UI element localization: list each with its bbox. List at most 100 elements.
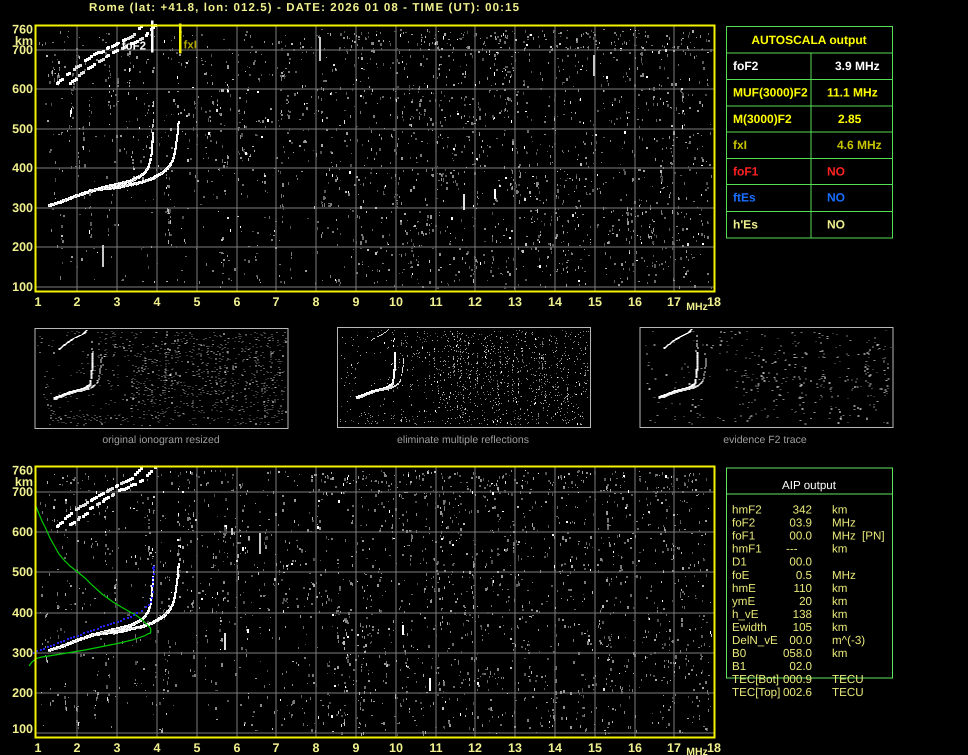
svg-text:4: 4 — [154, 295, 161, 309]
svg-text:3: 3 — [114, 741, 121, 755]
svg-text:18: 18 — [707, 295, 721, 309]
svg-text:11.1 MHz: 11.1 MHz — [827, 86, 878, 100]
svg-text:D1: D1 — [732, 556, 747, 569]
svg-text:400: 400 — [12, 606, 33, 620]
svg-text:hmF1: hmF1 — [732, 543, 762, 556]
svg-text:fxI: fxI — [184, 40, 197, 52]
svg-text:342: 342 — [793, 504, 812, 517]
svg-text:10: 10 — [389, 741, 403, 755]
svg-text:MHz: MHz — [832, 569, 856, 582]
svg-text:NO: NO — [827, 218, 845, 232]
svg-text:Ewidth: Ewidth — [732, 621, 767, 634]
svg-text:200: 200 — [12, 686, 33, 700]
svg-text:Rome (lat: +41.8, lon: 012.5): Rome (lat: +41.8, lon: 012.5) - DATE: 20… — [89, 2, 520, 14]
svg-text:[PN]: [PN] — [862, 530, 885, 543]
svg-text:foF2: foF2 — [122, 41, 146, 53]
svg-text:---: --- — [786, 543, 798, 556]
svg-text:km: km — [832, 621, 847, 634]
svg-text:105: 105 — [793, 621, 812, 634]
svg-text:2: 2 — [74, 741, 81, 755]
svg-text:h_vE: h_vE — [732, 608, 759, 621]
svg-text:16: 16 — [628, 295, 642, 309]
svg-text:13: 13 — [508, 295, 522, 309]
svg-text:km: km — [832, 647, 847, 660]
svg-text:18: 18 — [707, 741, 721, 755]
svg-text:12: 12 — [468, 741, 482, 755]
svg-text:138: 138 — [793, 608, 812, 621]
svg-text:5: 5 — [194, 741, 201, 755]
svg-text:9: 9 — [353, 295, 360, 309]
svg-text:MHz: MHz — [832, 530, 856, 543]
svg-text:7: 7 — [273, 741, 280, 755]
svg-text:TEC[Bot]: TEC[Bot] — [732, 673, 779, 686]
svg-text:hmE: hmE — [732, 582, 756, 595]
svg-text:2: 2 — [74, 295, 81, 309]
svg-text:MHz: MHz — [686, 301, 708, 313]
svg-text:15: 15 — [588, 741, 602, 755]
svg-text:eliminate multiple reflections: eliminate multiple reflections — [397, 434, 529, 446]
svg-text:058.0: 058.0 — [783, 647, 812, 660]
svg-text:foF2: foF2 — [732, 517, 755, 530]
svg-text:original ionogram resized: original ionogram resized — [102, 434, 219, 446]
svg-text:ymE: ymE — [732, 595, 755, 608]
svg-text:fxI: fxI — [733, 138, 747, 152]
svg-text:400: 400 — [12, 161, 33, 175]
svg-text:km: km — [832, 595, 847, 608]
svg-text:km: km — [832, 504, 847, 517]
svg-text:km: km — [832, 543, 847, 556]
svg-text:11: 11 — [429, 295, 442, 309]
svg-text:3: 3 — [114, 295, 121, 309]
svg-text:00.0: 00.0 — [789, 530, 812, 543]
svg-text:2.85: 2.85 — [838, 112, 862, 126]
svg-text:600: 600 — [12, 525, 33, 539]
svg-text:m^(-3): m^(-3) — [832, 634, 865, 647]
svg-text:foE: foE — [732, 569, 750, 582]
svg-text:4.6 MHz: 4.6 MHz — [837, 138, 882, 152]
svg-text:500: 500 — [12, 565, 33, 579]
svg-text:M(3000)F2: M(3000)F2 — [733, 112, 792, 126]
svg-text:DelN_vE: DelN_vE — [732, 634, 778, 647]
svg-text:000.9: 000.9 — [783, 673, 812, 686]
svg-text:10: 10 — [389, 295, 403, 309]
svg-text:700: 700 — [12, 485, 33, 499]
svg-text:6: 6 — [234, 295, 241, 309]
svg-text:12: 12 — [468, 295, 482, 309]
svg-text:11: 11 — [429, 741, 442, 755]
svg-text:600: 600 — [12, 82, 33, 96]
svg-text:5: 5 — [194, 295, 201, 309]
svg-text:MUF(3000)F2: MUF(3000)F2 — [733, 86, 808, 100]
svg-text:13: 13 — [508, 741, 522, 755]
svg-text:100: 100 — [12, 280, 33, 294]
svg-text:1: 1 — [35, 741, 42, 755]
svg-text:1: 1 — [35, 295, 42, 309]
svg-text:8: 8 — [313, 295, 320, 309]
svg-text:17: 17 — [667, 295, 681, 309]
svg-text:h'Es: h'Es — [733, 218, 758, 232]
svg-text:700: 700 — [12, 43, 33, 57]
svg-text:15: 15 — [588, 295, 602, 309]
svg-text:110: 110 — [794, 582, 812, 595]
svg-text:TEC[Top]: TEC[Top] — [732, 686, 780, 699]
svg-text:14: 14 — [548, 295, 562, 309]
svg-text:hmF2: hmF2 — [732, 504, 762, 517]
svg-text:00.0: 00.0 — [789, 556, 812, 569]
svg-text:3.9 MHz: 3.9 MHz — [835, 59, 880, 73]
svg-text:8: 8 — [313, 741, 320, 755]
svg-text:9: 9 — [353, 741, 360, 755]
svg-text:km: km — [832, 608, 847, 621]
svg-text:100: 100 — [12, 722, 33, 736]
svg-text:NO: NO — [827, 191, 845, 205]
svg-text:AUTOSCALA output: AUTOSCALA output — [751, 33, 866, 47]
svg-text:foF2: foF2 — [733, 59, 759, 73]
svg-text:200: 200 — [12, 240, 33, 254]
svg-text:NO: NO — [827, 165, 845, 179]
svg-text:TECU: TECU — [832, 673, 864, 686]
svg-text:300: 300 — [12, 201, 33, 215]
svg-text:16: 16 — [628, 741, 642, 755]
svg-text:17: 17 — [667, 741, 681, 755]
svg-text:ftEs: ftEs — [733, 191, 756, 205]
svg-text:0.5: 0.5 — [796, 569, 812, 582]
svg-text:km: km — [832, 582, 847, 595]
svg-text:AIP output: AIP output — [782, 479, 837, 492]
svg-text:02.0: 02.0 — [789, 660, 812, 673]
